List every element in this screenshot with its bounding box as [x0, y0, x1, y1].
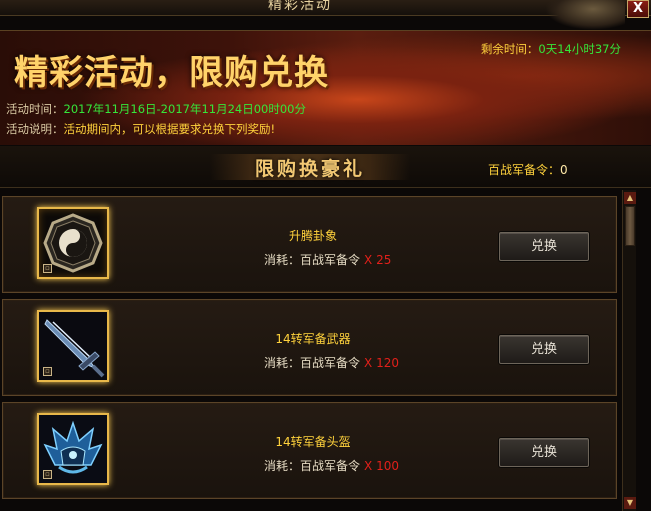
item-name: 14转军备武器	[275, 332, 351, 346]
remaining-time: 剩余时间：0天14小时37分	[481, 41, 621, 57]
exchange-row: ▫ 14转军备头盔 消耗：百战军备令 X 100 兑换	[2, 402, 617, 499]
scroll-down-arrow-icon[interactable]: ▼	[624, 497, 636, 509]
cost-token: 百战军备令	[300, 459, 361, 473]
scroll-thumb[interactable]	[625, 206, 635, 246]
event-description: 活动说明：活动期间内，可以根据要求兑换下列奖励!	[6, 121, 275, 137]
token-balance: 百战军备令：0	[488, 161, 568, 178]
list-scrollbar[interactable]: ▲ ▼	[622, 190, 636, 511]
cost-label: 消耗：	[264, 459, 301, 473]
exchange-button[interactable]: 兑换	[499, 438, 589, 467]
cost-quantity: X 100	[364, 459, 399, 473]
exchange-button[interactable]: 兑换	[499, 335, 589, 364]
event-banner: 精彩活动，限购兑换 剩余时间：0天14小时37分 活动时间：2017年11月16…	[0, 30, 651, 145]
item-slot[interactable]: ▫	[37, 207, 109, 279]
cost-quantity: X 25	[364, 253, 392, 267]
exchange-button[interactable]: 兑换	[499, 232, 589, 261]
exchange-list: ▫ 升腾卦象 消耗：百战军备令 X 25 兑换 ▫ 14转军备武器 消耗：百战军备…	[0, 196, 621, 511]
remaining-time-label: 剩余时间：	[480, 42, 539, 56]
cost-quantity: X 120	[364, 356, 399, 370]
item-name: 升腾卦象	[288, 229, 337, 243]
dragon-ornament-icon	[545, 0, 625, 30]
item-cost: 消耗：百战军备令 X 120	[264, 354, 399, 371]
remaining-time-value: 0天14小时37分	[538, 42, 621, 56]
event-description-label: 活动说明：	[6, 122, 64, 136]
cost-label: 消耗：	[264, 356, 301, 370]
close-button[interactable]: X	[627, 0, 649, 18]
cost-label: 消耗：	[264, 253, 301, 267]
banner-headline: 精彩活动，限购兑换	[14, 53, 329, 93]
section-header: 限购换豪礼 百战军备令：0	[0, 146, 651, 188]
item-cost: 消耗：百战军备令 X 100	[264, 457, 399, 474]
scroll-up-arrow-icon[interactable]: ▲	[624, 192, 636, 204]
event-time: 活动时间：2017年11月16日-2017年11月24日00时00分	[6, 101, 306, 117]
cost-token: 百战军备令	[300, 253, 361, 267]
event-time-label: 活动时间：	[6, 102, 64, 116]
item-cost: 消耗：百战军备令 X 25	[264, 251, 391, 268]
item-slot[interactable]: ▫	[37, 310, 109, 382]
window-title: 精彩活动	[268, 0, 332, 13]
token-balance-value: 0	[560, 163, 568, 177]
exchange-row: ▫ 14转军备武器 消耗：百战军备令 X 120 兑换	[2, 299, 617, 396]
cost-token: 百战军备令	[300, 356, 361, 370]
event-description-value: 活动期间内，可以根据要求兑换下列奖励!	[63, 122, 276, 136]
section-title: 限购换豪礼	[255, 158, 366, 180]
item-name: 14转军备头盔	[275, 435, 351, 449]
token-balance-label: 百战军备令：	[488, 163, 561, 177]
bind-lock-icon: ▫	[43, 367, 52, 376]
event-time-value: 2017年11月16日-2017年11月24日00时00分	[63, 102, 306, 116]
bind-lock-icon: ▫	[43, 264, 52, 273]
bind-lock-icon: ▫	[43, 470, 52, 479]
exchange-row: ▫ 升腾卦象 消耗：百战军备令 X 25 兑换	[2, 196, 617, 293]
item-slot[interactable]: ▫	[37, 413, 109, 485]
